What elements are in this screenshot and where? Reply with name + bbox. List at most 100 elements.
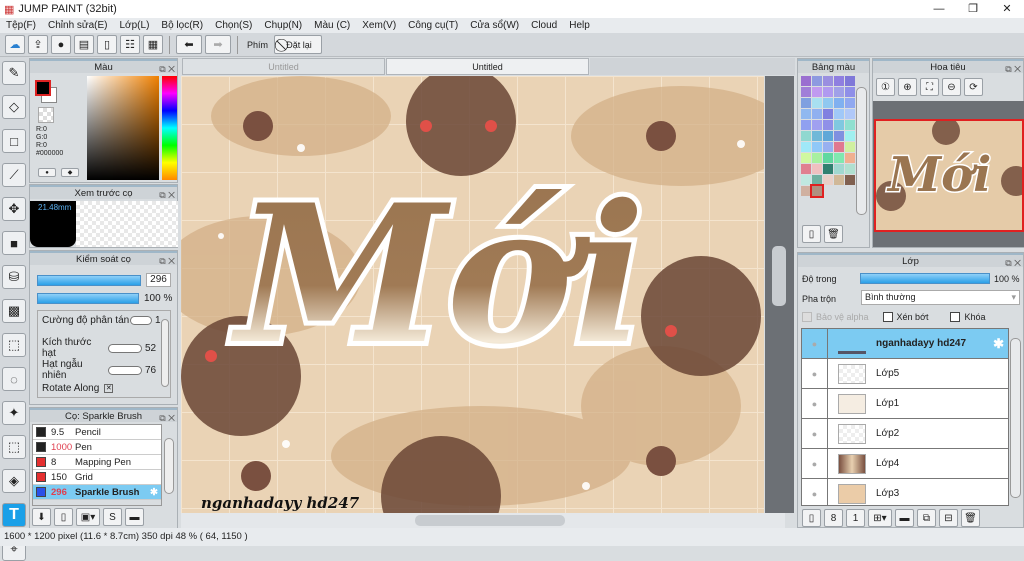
- reset-button[interactable]: ⃠Đặt lại: [274, 35, 323, 54]
- zoom-in-icon[interactable]: ⊕: [898, 78, 917, 96]
- palette-swatch[interactable]: [834, 98, 844, 108]
- visibility-toggle[interactable]: ●: [802, 479, 828, 505]
- palette-swatch[interactable]: [845, 120, 855, 130]
- document-icon[interactable]: ▯: [97, 35, 117, 54]
- magic-wand-tool-icon[interactable]: ✦: [2, 401, 26, 425]
- merge-layer-icon[interactable]: ⊟: [939, 509, 958, 527]
- visibility-toggle[interactable]: ●: [802, 329, 828, 358]
- horizontal-scrollbar[interactable]: [181, 513, 785, 528]
- palette-swatch[interactable]: [834, 164, 844, 174]
- visibility-toggle[interactable]: ●: [802, 419, 828, 448]
- move-tool-icon[interactable]: ✥: [2, 197, 26, 221]
- palette-swatch[interactable]: [801, 153, 811, 163]
- palette-swatch[interactable]: [845, 87, 855, 97]
- layer-item-nganhadayy-hd247[interactable]: ● nganhadayy hd247 ✱: [802, 329, 1008, 359]
- brush-item-pen[interactable]: 1000 Pen: [33, 440, 161, 455]
- brush-item-sparkle-brush[interactable]: 296 Sparkle Brush ✱: [33, 485, 161, 500]
- param-slider[interactable]: [108, 343, 142, 353]
- menu-capture[interactable]: Chụp(N): [258, 20, 308, 31]
- tab-untitled-1[interactable]: Untitled: [182, 58, 385, 75]
- brush-size-slider[interactable]: [37, 275, 141, 286]
- layer-item-lop1[interactable]: ● Lớp1: [802, 389, 1008, 419]
- folder-icon[interactable]: ▬: [125, 508, 144, 526]
- brush-opacity-slider[interactable]: [37, 293, 139, 304]
- layer-item-lop4[interactable]: ● Lớp4: [802, 449, 1008, 479]
- fit-screen-icon[interactable]: ⛶: [920, 78, 939, 96]
- minimize-button[interactable]: —: [922, 0, 956, 18]
- palette-swatches[interactable]: [798, 73, 858, 199]
- panel-undock-close-icon[interactable]: ⧉ ✕: [159, 188, 175, 202]
- palette-swatch[interactable]: [823, 131, 833, 141]
- redo-icon[interactable]: ➡: [205, 35, 231, 54]
- rotate-icon[interactable]: ⟳: [964, 78, 983, 96]
- hue-slider[interactable]: [162, 76, 177, 180]
- palette-swatch[interactable]: [823, 164, 833, 174]
- menu-help[interactable]: Help: [563, 20, 596, 31]
- cloud-download-icon[interactable]: ⬇: [32, 508, 51, 526]
- palette-swatch[interactable]: [823, 76, 833, 86]
- folder-icon[interactable]: ▬: [895, 509, 914, 527]
- eyedropper-button[interactable]: ●: [38, 168, 56, 177]
- palette-swatch[interactable]: [834, 76, 844, 86]
- menu-view[interactable]: Xem(V): [356, 20, 402, 31]
- menu-file[interactable]: Tệp(F): [0, 20, 42, 31]
- panel-undock-close-icon[interactable]: ⧉ ✕: [1005, 62, 1021, 76]
- palette-swatch[interactable]: [801, 87, 811, 97]
- menu-window[interactable]: Cửa sổ(W): [464, 20, 525, 31]
- palette-swatch[interactable]: [834, 131, 844, 141]
- palette-scrollbar[interactable]: [856, 87, 867, 215]
- list-settings-icon[interactable]: ☷: [120, 35, 140, 54]
- palette-swatch[interactable]: [845, 109, 855, 119]
- palette-swatch[interactable]: [801, 186, 811, 196]
- saturation-value-picker[interactable]: [87, 76, 159, 180]
- new-color-icon[interactable]: ▯: [802, 225, 821, 243]
- palette-swatch[interactable]: [801, 120, 811, 130]
- palette-swatch[interactable]: [823, 153, 833, 163]
- layer-item-lop2[interactable]: ● Lớp2: [802, 419, 1008, 449]
- vertical-scrollbar[interactable]: [765, 76, 794, 513]
- palette-swatch[interactable]: [812, 120, 822, 130]
- palette-swatch[interactable]: [845, 175, 855, 185]
- maximize-button[interactable]: ❐: [956, 0, 990, 18]
- menu-color[interactable]: Màu (C): [308, 20, 356, 31]
- palette-swatch[interactable]: [845, 76, 855, 86]
- layer-list-scrollbar[interactable]: [1010, 338, 1021, 498]
- message-icon[interactable]: ▤: [74, 35, 94, 54]
- visibility-toggle[interactable]: ●: [802, 359, 828, 388]
- color-option-button[interactable]: ◆: [61, 168, 79, 177]
- palette-swatch[interactable]: [845, 131, 855, 141]
- palette-swatch[interactable]: [845, 153, 855, 163]
- palette-swatch[interactable]: [834, 120, 844, 130]
- param-toggle[interactable]: [130, 316, 152, 325]
- gear-icon[interactable]: ✱: [150, 487, 158, 498]
- close-button[interactable]: ✕: [990, 0, 1024, 18]
- panel-undock-close-icon[interactable]: ⧉ ✕: [159, 254, 175, 268]
- shape-tool-icon[interactable]: □: [2, 129, 26, 153]
- panel-undock-close-icon[interactable]: ⧉ ✕: [1005, 256, 1021, 270]
- delete-layer-icon[interactable]: 🗑: [961, 509, 980, 527]
- palette-swatch[interactable]: [823, 142, 833, 152]
- comment-icon[interactable]: ●: [51, 35, 71, 54]
- menu-select[interactable]: Chọn(S): [209, 20, 258, 31]
- foreground-color-swatch[interactable]: [35, 80, 51, 96]
- palette-swatch[interactable]: [810, 184, 824, 198]
- fill-rect-tool-icon[interactable]: ■: [2, 231, 26, 255]
- eraser-tool-icon[interactable]: ◇: [2, 95, 26, 119]
- palette-swatch[interactable]: [801, 142, 811, 152]
- blend-mode-select[interactable]: Bình thường ▾: [861, 290, 1020, 305]
- brush-settings-icon[interactable]: S: [103, 508, 122, 526]
- palette-swatch[interactable]: [823, 175, 833, 185]
- palette-swatch[interactable]: [801, 175, 811, 185]
- bucket-tool-icon[interactable]: ⛁: [2, 265, 26, 289]
- palette-swatch[interactable]: [823, 98, 833, 108]
- palette-swatch[interactable]: [834, 109, 844, 119]
- navigator-thumbnail[interactable]: Mới: [874, 119, 1024, 232]
- tab-untitled-2[interactable]: Untitled: [386, 58, 589, 75]
- transparent-swatch[interactable]: [38, 107, 54, 123]
- param-slider[interactable]: [108, 365, 142, 375]
- new-8bit-layer-icon[interactable]: 8: [824, 509, 843, 527]
- menu-filter[interactable]: Bộ lọc(R): [155, 20, 209, 31]
- palette-swatch[interactable]: [845, 164, 855, 174]
- protect-alpha-checkbox[interactable]: [802, 312, 812, 322]
- palette-swatch[interactable]: [801, 131, 811, 141]
